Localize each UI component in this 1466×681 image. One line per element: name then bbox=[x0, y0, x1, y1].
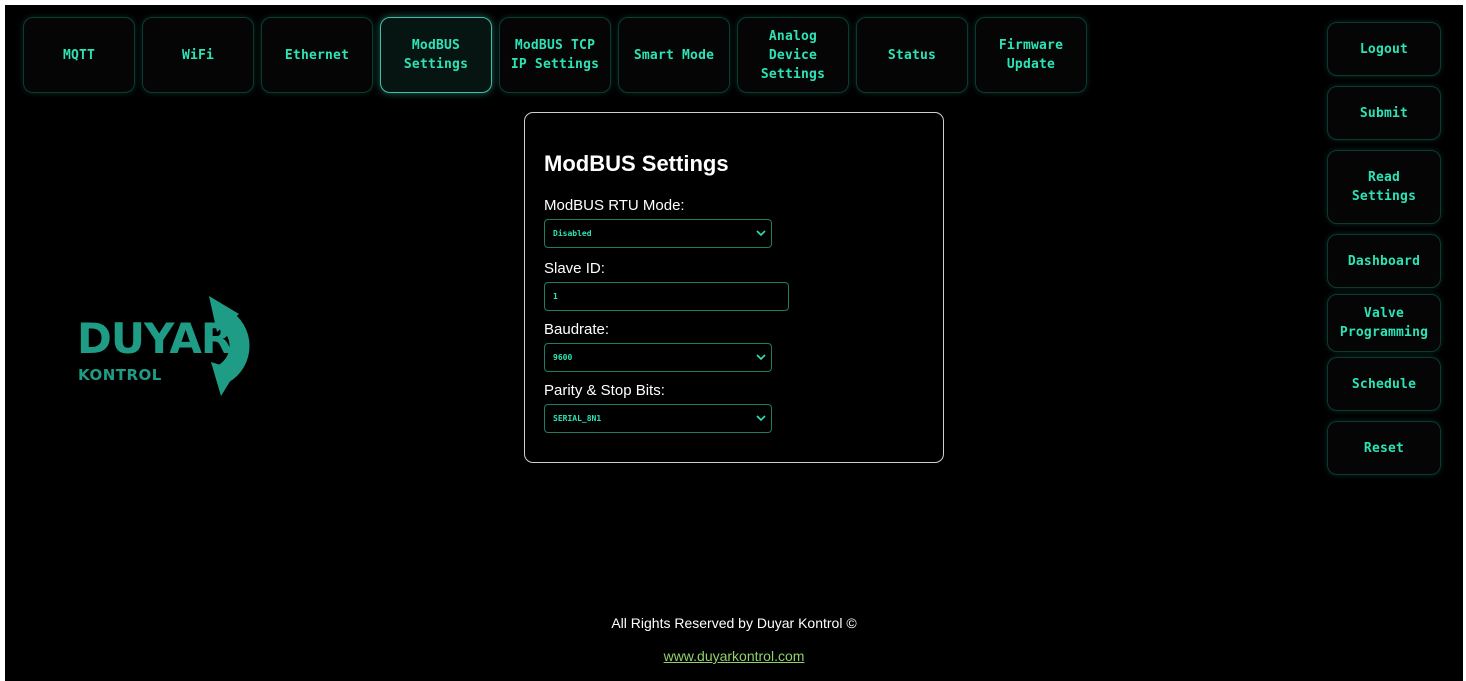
duyar-kontrol-logo: DUYAR KONTROL bbox=[75, 290, 295, 400]
app-screen: MQTT WiFi Ethernet ModBUS Settings ModBU… bbox=[5, 5, 1463, 681]
logout-button[interactable]: Logout bbox=[1327, 22, 1441, 76]
tab-label: ModBUS Settings bbox=[403, 38, 469, 72]
logo-subtitle: KONTROL bbox=[78, 366, 162, 384]
button-label: Logout bbox=[1359, 41, 1409, 57]
tab-label: Smart Mode bbox=[633, 47, 715, 63]
chevron-down-icon bbox=[756, 354, 766, 361]
tab-label: Analog Device Settings bbox=[760, 28, 826, 82]
circular-arrow-icon bbox=[209, 296, 250, 396]
reset-button[interactable]: Reset bbox=[1327, 421, 1441, 475]
rtu-mode-select[interactable]: Disabled bbox=[544, 219, 772, 248]
tab-ethernet[interactable]: Ethernet bbox=[261, 17, 373, 93]
select-value: Disabled bbox=[553, 229, 592, 238]
button-label: Submit bbox=[1359, 105, 1409, 121]
tab-label: MQTT bbox=[62, 47, 96, 63]
tab-mqtt[interactable]: MQTT bbox=[23, 17, 135, 93]
chevron-down-icon bbox=[756, 230, 766, 237]
footer-copyright: All Rights Reserved by Duyar Kontrol © bbox=[611, 615, 857, 631]
parity-stop-bits-label: Parity & Stop Bits: bbox=[544, 382, 665, 399]
button-label: Valve Programming bbox=[1339, 306, 1429, 340]
tab-analog-device-settings[interactable]: Analog Device Settings bbox=[737, 17, 849, 93]
tab-firmware-update[interactable]: Firmware Update bbox=[975, 17, 1087, 93]
baudrate-select[interactable]: 9600 bbox=[544, 343, 772, 372]
parity-stop-bits-select[interactable]: SERIAL_8N1 bbox=[544, 404, 772, 433]
modbus-settings-card: ModBUS Settings ModBUS RTU Mode: Disable… bbox=[524, 112, 944, 463]
button-label: Read Settings bbox=[1351, 170, 1417, 204]
select-value: SERIAL_8N1 bbox=[553, 414, 602, 423]
button-label: Schedule bbox=[1351, 376, 1417, 392]
dashboard-button[interactable]: Dashboard bbox=[1327, 234, 1441, 288]
tab-wifi[interactable]: WiFi bbox=[142, 17, 254, 93]
tab-smart-mode[interactable]: Smart Mode bbox=[618, 17, 730, 93]
submit-button[interactable]: Submit bbox=[1327, 86, 1441, 140]
form-title: ModBUS Settings bbox=[544, 151, 729, 176]
valve-programming-button[interactable]: Valve Programming bbox=[1327, 294, 1441, 352]
button-label: Dashboard bbox=[1347, 253, 1421, 269]
tab-label: WiFi bbox=[181, 47, 215, 63]
slave-id-input[interactable]: 1 bbox=[544, 282, 789, 311]
tab-modbus-settings[interactable]: ModBUS Settings bbox=[380, 17, 492, 93]
rtu-mode-label: ModBUS RTU Mode: bbox=[544, 197, 685, 214]
button-label: Reset bbox=[1363, 440, 1405, 456]
tab-label: ModBUS TCP IP Settings bbox=[510, 38, 600, 72]
tab-label: Status bbox=[887, 47, 937, 63]
schedule-button[interactable]: Schedule bbox=[1327, 357, 1441, 411]
baudrate-label: Baudrate: bbox=[544, 321, 610, 338]
chevron-down-icon bbox=[756, 415, 766, 422]
tab-modbus-tcp-ip-settings[interactable]: ModBUS TCP IP Settings bbox=[499, 17, 611, 93]
read-settings-button[interactable]: Read Settings bbox=[1327, 150, 1441, 224]
tab-label: Ethernet bbox=[284, 47, 350, 63]
tab-status[interactable]: Status bbox=[856, 17, 968, 93]
slave-id-label: Slave ID: bbox=[544, 260, 605, 277]
website-link[interactable]: www.duyarkontrol.com bbox=[664, 648, 805, 664]
input-value: 1 bbox=[553, 292, 558, 301]
tab-label: Firmware Update bbox=[998, 38, 1064, 72]
select-value: 9600 bbox=[553, 353, 573, 362]
footer-link-row: www.duyarkontrol.com bbox=[5, 648, 1463, 664]
